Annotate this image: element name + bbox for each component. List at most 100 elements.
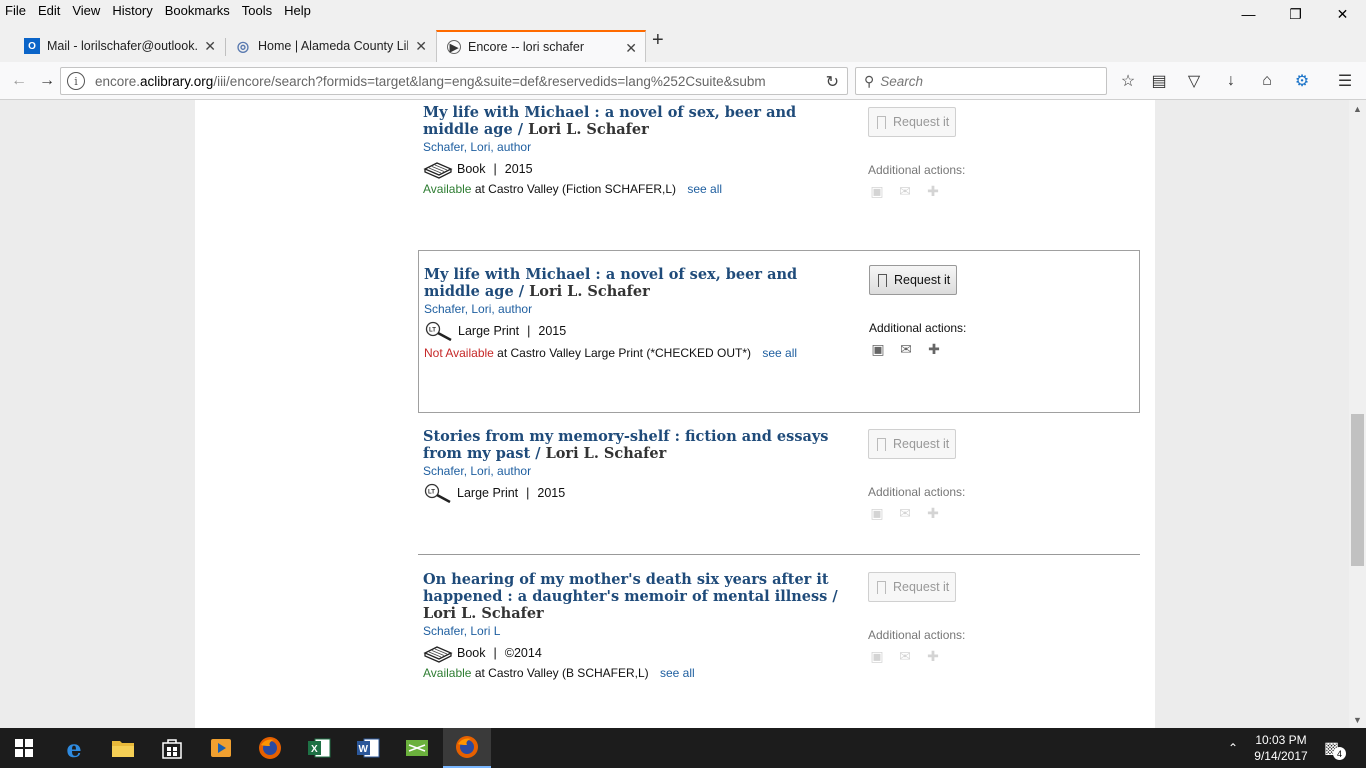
email-icon[interactable]: ✉: [896, 505, 914, 522]
email-icon[interactable]: ✉: [896, 648, 914, 665]
see-all-link[interactable]: see all: [687, 182, 722, 196]
record-title[interactable]: On hearing of my mother's death six year…: [423, 571, 853, 622]
new-tab-icon[interactable]: +: [652, 30, 664, 50]
home-icon[interactable]: ⌂: [1256, 70, 1278, 92]
bookmark-icon: [877, 437, 886, 451]
see-all-link[interactable]: see all: [660, 666, 695, 680]
scroll-down-icon[interactable]: ▼: [1349, 711, 1366, 728]
record-actions: Request it Additional actions: ▣ ✉ ✚: [868, 572, 1048, 664]
menu-edit[interactable]: Edit: [32, 1, 66, 21]
menu-file[interactable]: File: [0, 1, 32, 21]
record-body: On hearing of my mother's death six year…: [423, 571, 853, 681]
basket-icon[interactable]: ▣: [869, 341, 887, 358]
record-title[interactable]: My life with Michael : a novel of sex, b…: [424, 266, 854, 300]
hamburger-menu-icon[interactable]: ☰: [1334, 70, 1356, 92]
search-input[interactable]: [880, 73, 1101, 89]
vertical-scrollbar[interactable]: ▲ ▼: [1349, 100, 1366, 728]
tab-mail[interactable]: O Mail - lorilschafer@outlook. ✕: [14, 30, 224, 62]
tray-chevron-icon[interactable]: ⌃: [1228, 728, 1238, 768]
svg-text:LT: LT: [429, 328, 436, 334]
result-record: Stories from my memory-shelf : fiction a…: [418, 428, 1140, 548]
format-year: ©2014: [504, 646, 542, 660]
forward-icon[interactable]: →: [36, 70, 58, 92]
store-icon[interactable]: [148, 728, 196, 768]
edge-icon[interactable]: e: [50, 728, 98, 768]
record-actions: Request it Additional actions: ▣ ✉ ✚: [868, 429, 1048, 521]
add-icon[interactable]: ✚: [924, 648, 942, 665]
result-record-highlighted: My life with Michael : a novel of sex, b…: [418, 250, 1140, 413]
availability-line: Available at Castro Valley (B SCHAFER,L)…: [423, 666, 853, 681]
menu-help[interactable]: Help: [278, 1, 317, 21]
close-tab-icon[interactable]: ✕: [204, 38, 216, 55]
format-separator: |: [493, 646, 497, 660]
bookmark-star-icon[interactable]: ☆: [1117, 70, 1139, 92]
basket-icon[interactable]: ▣: [868, 183, 886, 200]
close-tab-icon[interactable]: ✕: [415, 38, 427, 55]
reading-list-icon[interactable]: ▤: [1148, 70, 1170, 92]
menu-bookmarks[interactable]: Bookmarks: [159, 1, 236, 21]
request-it-button[interactable]: Request it: [869, 265, 957, 295]
add-icon[interactable]: ✚: [925, 341, 943, 358]
request-it-button[interactable]: Request it: [868, 429, 956, 459]
search-icon: ⚲: [864, 72, 875, 89]
request-it-button[interactable]: Request it: [868, 572, 956, 602]
basket-icon[interactable]: ▣: [868, 505, 886, 522]
url-text[interactable]: encore.aclibrary.org/iii/encore/search?f…: [95, 74, 795, 89]
search-bar[interactable]: ⚲: [855, 67, 1107, 95]
notification-badge: 4: [1333, 747, 1346, 760]
word-icon[interactable]: W: [344, 728, 392, 768]
media-player-icon[interactable]: [197, 728, 245, 768]
tab-label: Encore -- lori schafer: [468, 40, 585, 54]
firefox-active-icon[interactable]: [443, 728, 491, 768]
close-tab-icon[interactable]: ✕: [625, 40, 637, 57]
scroll-up-icon[interactable]: ▲: [1349, 100, 1366, 117]
tab-encore[interactable]: ▶ Encore -- lori schafer ✕: [436, 30, 646, 62]
email-icon[interactable]: ✉: [897, 341, 915, 358]
svg-text:X: X: [311, 744, 318, 755]
firefox-icon[interactable]: [246, 728, 294, 768]
excel-icon[interactable]: X: [295, 728, 343, 768]
record-body: Stories from my memory-shelf : fiction a…: [423, 428, 853, 504]
record-author-link[interactable]: Schafer, Lori, author: [423, 464, 853, 479]
back-icon[interactable]: ←: [8, 70, 30, 92]
results-page: My life with Michael : a novel of sex, b…: [195, 100, 1155, 728]
bookmark-icon: [878, 273, 887, 287]
record-author-link[interactable]: Schafer, Lori L: [423, 624, 853, 639]
system-clock[interactable]: 10:03 PM 9/14/2017: [1248, 732, 1314, 764]
scrollbar-thumb[interactable]: [1351, 414, 1364, 566]
add-icon[interactable]: ✚: [924, 505, 942, 522]
format-year: 2015: [504, 162, 533, 176]
download-icon[interactable]: ↓: [1220, 70, 1242, 92]
bookmark-icon: [877, 115, 886, 129]
record-title[interactable]: My life with Michael : a novel of sex, b…: [423, 104, 853, 138]
basket-icon[interactable]: ▣: [868, 648, 886, 665]
add-icon[interactable]: ✚: [924, 183, 942, 200]
play-icon: ▶: [447, 40, 461, 54]
record-body: My life with Michael : a novel of sex, b…: [424, 266, 854, 361]
reload-icon[interactable]: ↻: [826, 72, 839, 92]
pocket-icon[interactable]: ▽: [1183, 70, 1205, 92]
request-it-button[interactable]: Request it: [868, 107, 956, 137]
action-icons: ▣ ✉ ✚: [868, 648, 1048, 664]
file-explorer-icon[interactable]: [99, 728, 147, 768]
menu-history[interactable]: History: [106, 1, 158, 21]
extension-icon[interactable]: ⚙: [1291, 70, 1313, 92]
format-label: Large Print: [457, 486, 519, 500]
game-icon[interactable]: [393, 728, 441, 768]
site-info-icon[interactable]: i: [67, 72, 85, 90]
url-bar[interactable]: i encore.aclibrary.org/iii/encore/search…: [60, 67, 848, 95]
record-actions: Request it Additional actions: ▣ ✉ ✚: [869, 265, 1049, 357]
email-icon[interactable]: ✉: [896, 183, 914, 200]
record-title[interactable]: Stories from my memory-shelf : fiction a…: [423, 428, 853, 462]
record-author-link[interactable]: Schafer, Lori, author: [424, 302, 854, 317]
menu-view[interactable]: View: [66, 1, 106, 21]
windows-start-icon[interactable]: [0, 728, 48, 768]
availability-line: Not Available at Castro Valley Large Pri…: [424, 346, 854, 361]
record-format: LT Large Print | 2015: [424, 321, 854, 342]
record-actions: Request it Additional actions: ▣ ✉ ✚: [868, 107, 1048, 199]
record-author-link[interactable]: Schafer, Lori, author: [423, 140, 853, 155]
see-all-link[interactable]: see all: [762, 346, 797, 360]
tab-library[interactable]: ◎ Home | Alameda County Lib ✕: [225, 30, 435, 62]
menu-tools[interactable]: Tools: [236, 1, 278, 21]
book-icon: [423, 159, 453, 179]
